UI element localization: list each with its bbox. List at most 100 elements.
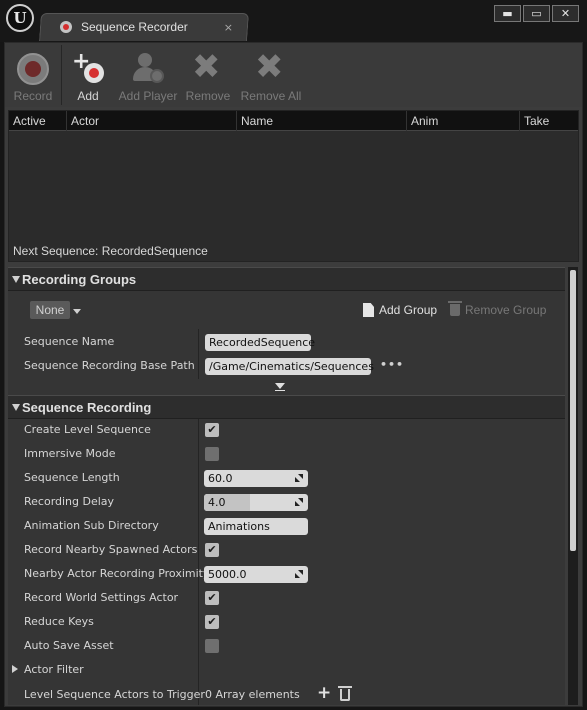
property-label: Sequence Length: [24, 471, 120, 484]
remove-x-icon: ✖: [192, 47, 221, 87]
property-row-sequence-length: Sequence Length 60.0: [8, 466, 565, 490]
maximize-button[interactable]: ▭: [523, 5, 550, 22]
record-world-settings-actor-checkbox[interactable]: ✔: [205, 591, 219, 605]
recording-delay-spinbox[interactable]: 4.0: [204, 494, 308, 511]
remove-group-button[interactable]: Remove Group: [448, 301, 547, 317]
column-header-name[interactable]: Name: [236, 111, 406, 131]
immersive-mode-checkbox[interactable]: [205, 447, 219, 461]
column-header-actor[interactable]: Actor: [66, 111, 236, 131]
new-page-icon: [363, 303, 374, 317]
tab-close-icon[interactable]: ×: [224, 21, 233, 34]
sequence-name-field[interactable]: RecordedSequence: [205, 334, 315, 351]
record-icon: [15, 51, 51, 87]
browse-button[interactable]: •••: [380, 358, 404, 371]
column-header-anim[interactable]: Anim: [406, 111, 519, 131]
property-row-animation-sub-directory: Animation Sub Directory Animations: [8, 514, 565, 538]
remove-all-label: Remove All: [240, 89, 302, 103]
minimize-button[interactable]: ▬: [494, 5, 521, 22]
drag-arrows-icon: [295, 570, 303, 578]
actor-list[interactable]: Active Actor Name Anim Take Next Sequenc…: [8, 110, 579, 262]
add-player-button[interactable]: Add Player: [114, 43, 182, 107]
trash-icon: [448, 301, 462, 316]
array-element-count: 0 Array elements: [205, 688, 300, 701]
column-header-active[interactable]: Active: [9, 111, 66, 131]
property-row-create-level-sequence: Create Level Sequence ✔: [8, 418, 565, 442]
sequence-recorder-panel: Record + Add Add Player ✖ Remove ✖ Remov…: [4, 42, 583, 707]
close-button[interactable]: ✕: [552, 5, 579, 22]
details-scrollbar[interactable]: [568, 267, 578, 705]
column-header-take[interactable]: Take: [519, 111, 578, 131]
property-label: Record World Settings Actor: [24, 591, 179, 604]
property-label: Sequence Recording Base Path: [24, 359, 195, 372]
property-row-record-world-settings-actor: Record World Settings Actor ✔: [8, 586, 565, 610]
property-row-actor-filter[interactable]: Actor Filter: [8, 658, 565, 682]
add-player-icon: [130, 51, 166, 87]
remove-all-button[interactable]: ✖ Remove All: [234, 43, 308, 107]
collapse-arrow-icon: [12, 404, 20, 411]
window-controls: ▬ ▭ ✕: [494, 5, 579, 22]
expand-right-icon[interactable]: [12, 665, 18, 673]
property-label: Sequence Name: [24, 335, 115, 348]
base-path-field[interactable]: /Game/Cinematics/Sequences: [205, 358, 374, 375]
property-row-nearby-actor-recording-proximity: Nearby Actor Recording Proximity 5000.0: [8, 562, 565, 586]
property-label: Recording Delay: [24, 495, 115, 508]
expand-down-icon: [275, 383, 285, 389]
property-row-base-path: Sequence Recording Base Path /Game/Cinem…: [8, 354, 565, 378]
property-label: Animation Sub Directory: [24, 519, 159, 532]
remove-all-x-icon: ✖: [255, 47, 284, 87]
property-label: Level Sequence Actors to Trigger: [24, 688, 205, 701]
tab-title: Sequence Recorder: [81, 20, 188, 34]
sequence-length-spinbox[interactable]: 60.0: [204, 470, 308, 487]
spinbox-value: 5000.0: [208, 568, 247, 581]
property-row-level-sequence-actors-to-trigger: Level Sequence Actors to Trigger 0 Array…: [8, 683, 565, 705]
record-label: Record: [13, 89, 53, 103]
category-title: Sequence Recording: [22, 400, 152, 415]
collapse-arrow-icon: [12, 276, 20, 283]
property-label: Actor Filter: [24, 663, 84, 676]
advanced-expander[interactable]: [8, 380, 565, 394]
category-recording-groups[interactable]: Recording Groups: [8, 267, 565, 291]
remove-button[interactable]: ✖ Remove: [182, 43, 234, 107]
chevron-down-icon[interactable]: [73, 309, 81, 314]
reduce-keys-checkbox[interactable]: ✔: [205, 615, 219, 629]
add-label: Add: [77, 89, 99, 103]
details-panel: Recording Groups None Add Group Remove G…: [8, 267, 565, 705]
drag-arrows-icon: [295, 474, 303, 482]
category-sequence-recording[interactable]: Sequence Recording: [8, 395, 565, 419]
tab-sequence-recorder[interactable]: Sequence Recorder ×: [52, 14, 242, 40]
spinbox-value: 4.0: [208, 496, 226, 509]
property-label: Nearby Actor Recording Proximity: [24, 567, 210, 580]
toolbar: Record + Add Add Player ✖ Remove ✖ Remov…: [5, 43, 582, 107]
scrollbar-thumb[interactable]: [570, 270, 576, 551]
next-sequence-text: Next Sequence: RecordedSequence: [13, 244, 208, 258]
expand-bar: [275, 390, 285, 391]
animation-sub-directory-field[interactable]: Animations: [204, 518, 308, 535]
add-group-button[interactable]: Add Group: [363, 303, 437, 317]
add-button[interactable]: + Add: [62, 43, 114, 107]
create-level-sequence-checkbox[interactable]: ✔: [205, 423, 219, 437]
property-row-record-nearby-spawned-actors: Record Nearby Spawned Actors ✔: [8, 538, 565, 562]
auto-save-asset-checkbox[interactable]: [205, 639, 219, 653]
recording-group-toolbar: None Add Group Remove Group: [8, 295, 565, 325]
property-label: Auto Save Asset: [24, 639, 114, 652]
empty-array-trash-icon[interactable]: [338, 686, 352, 701]
remove-label: Remove: [185, 89, 231, 103]
remove-group-label: Remove Group: [465, 303, 547, 317]
property-row-recording-delay: Recording Delay 4.0: [8, 490, 565, 514]
nearby-actor-proximity-spinbox[interactable]: 5000.0: [204, 566, 308, 583]
add-actor-icon: +: [70, 51, 106, 87]
actor-list-header: Active Actor Name Anim Take: [9, 111, 578, 131]
drag-arrows-icon: [295, 498, 303, 506]
spinbox-value: 60.0: [208, 472, 233, 485]
title-bar: U Sequence Recorder × ▬ ▭ ✕: [0, 0, 587, 42]
property-row-reduce-keys: Reduce Keys ✔: [8, 610, 565, 634]
record-icon: [60, 21, 72, 33]
add-player-label: Add Player: [118, 89, 178, 103]
property-label: Reduce Keys: [24, 615, 94, 628]
record-nearby-spawned-actors-checkbox[interactable]: ✔: [205, 543, 219, 557]
group-select[interactable]: None: [30, 301, 70, 319]
property-label: Create Level Sequence: [24, 423, 151, 436]
property-label: Record Nearby Spawned Actors: [24, 543, 198, 556]
add-element-icon[interactable]: +: [317, 683, 331, 703]
record-button[interactable]: Record: [5, 43, 61, 107]
